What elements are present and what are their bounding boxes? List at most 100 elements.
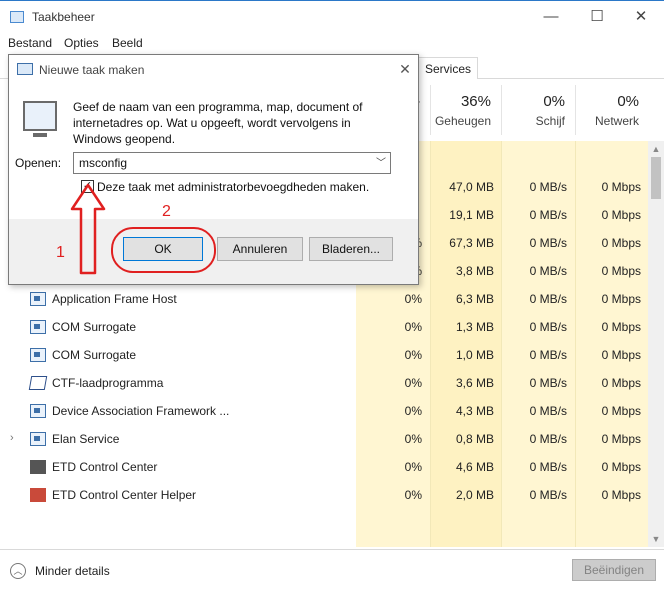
menu-beeld[interactable]: Beeld: [112, 36, 143, 50]
memory-cell: 3,6 MB: [455, 376, 494, 390]
etd-icon: [30, 460, 46, 474]
network-cell: 0 Mbps: [601, 432, 641, 446]
annotation-highlight-ellipse: [111, 227, 216, 273]
network-cell: 0 Mbps: [601, 264, 641, 278]
open-label: Openen:: [15, 156, 62, 170]
network-pct: 0%: [617, 93, 639, 110]
process-row[interactable]: COM Surrogate 0% 1,0 MB 0 MB/s 0 Mbps: [0, 341, 648, 369]
cpu-cell: 0%: [404, 348, 422, 362]
browse-button[interactable]: Bladeren...: [309, 237, 393, 261]
disk-label: Schijf: [535, 114, 565, 128]
annotation-step-2: 2: [162, 203, 171, 220]
annotation-arrow-up-icon: [70, 183, 106, 275]
memory-cell: 2,0 MB: [455, 488, 494, 502]
cpu-cell: 0%: [404, 376, 422, 390]
process-row[interactable]: › Elan Service 0% 0,8 MB 0 MB/s 0 Mbps: [0, 425, 648, 453]
process-row[interactable]: COM Surrogate 0% 1,3 MB 0 MB/s 0 Mbps: [0, 313, 648, 341]
window-icon: [30, 404, 46, 418]
vertical-scrollbar[interactable]: ▲ ▼: [648, 141, 664, 547]
menu-opties[interactable]: Opties: [64, 36, 99, 50]
process-name: CTF-laadprogramma: [52, 376, 164, 390]
cpu-cell: 0%: [404, 320, 422, 334]
ctf-icon: [28, 376, 48, 390]
close-window-button[interactable]: ✕: [618, 5, 664, 31]
disk-cell: 0 MB/s: [529, 292, 567, 306]
memory-cell: 0,8 MB: [455, 432, 494, 446]
process-name: Device Association Framework ...: [52, 404, 230, 418]
network-cell: 0 Mbps: [601, 292, 641, 306]
cpu-cell: 0%: [404, 404, 422, 418]
disk-cell: 0 MB/s: [529, 208, 567, 222]
dialog-title: Nieuwe taak maken: [39, 63, 145, 77]
column-header-memory[interactable]: 36% Geheugen: [430, 85, 501, 135]
process-name: ETD Control Center Helper: [52, 488, 197, 502]
memory-cell: 47,0 MB: [449, 180, 494, 194]
annotation-step-1: 1: [56, 244, 65, 261]
close-icon[interactable]: ✕: [395, 59, 415, 79]
column-header-network[interactable]: 0% Netwerk: [575, 85, 649, 135]
disk-cell: 0 MB/s: [529, 320, 567, 334]
process-name: COM Surrogate: [52, 348, 137, 362]
tab-services[interactable]: Services: [418, 57, 479, 79]
network-cell: 0 Mbps: [601, 320, 641, 334]
disk-cell: 0 MB/s: [529, 348, 567, 362]
window-icon: [30, 432, 46, 446]
network-cell: 0 Mbps: [601, 404, 641, 418]
menu-bestand[interactable]: Bestand: [8, 36, 52, 50]
etd-helper-icon: [30, 488, 46, 502]
maximize-button[interactable]: ☐: [574, 5, 620, 31]
cpu-cell: 0%: [404, 292, 422, 306]
memory-cell: 4,3 MB: [455, 404, 494, 418]
footer-bar: ︿ Minder details Beëindigen: [0, 549, 664, 591]
dialog-description: Geef de naam van een programma, map, doc…: [73, 100, 363, 146]
memory-label: Geheugen: [434, 114, 491, 128]
disk-cell: 0 MB/s: [529, 488, 567, 502]
memory-cell: 19,1 MB: [449, 208, 494, 222]
memory-cell: 3,8 MB: [455, 264, 494, 278]
process-row[interactable]: Application Frame Host 0% 6,3 MB 0 MB/s 0 Mb…: [0, 285, 648, 313]
chevron-up-icon[interactable]: ︿: [10, 563, 26, 579]
computer-icon: [23, 101, 57, 137]
network-label: Netwerk: [594, 114, 639, 128]
network-cell: 0 Mbps: [601, 376, 641, 390]
network-cell: 0 Mbps: [601, 236, 641, 250]
window-icon: [30, 348, 46, 362]
disk-cell: 0 MB/s: [529, 264, 567, 278]
process-name: ETD Control Center: [52, 460, 158, 474]
disk-cell: 0 MB/s: [529, 404, 567, 418]
scroll-thumb[interactable]: [651, 157, 661, 199]
disk-cell: 0 MB/s: [529, 460, 567, 474]
process-row[interactable]: ETD Control Center 0% 4,6 MB 0 MB/s 0 Mbps: [0, 453, 648, 481]
network-cell: 0 Mbps: [601, 208, 641, 222]
window-icon: [30, 320, 46, 334]
process-row[interactable]: ETD Control Center Helper 0% 2,0 MB 0 MB/s 0…: [0, 481, 648, 509]
network-cell: 0 Mbps: [601, 460, 641, 474]
open-input-value[interactable]: msconfig: [79, 156, 127, 170]
dialog-title-bar: Nieuwe taak maken ✕: [9, 55, 418, 85]
minimize-button[interactable]: —: [528, 5, 574, 31]
process-row[interactable]: Device Association Framework ... 0% 4,3 MB…: [0, 397, 648, 425]
less-details-link[interactable]: Minder details: [35, 564, 110, 578]
process-row[interactable]: CTF-laadprogramma 0% 3,6 MB 0 MB/s 0 Mbps: [0, 369, 648, 397]
column-header-disk[interactable]: 0% Schijf: [501, 85, 575, 135]
window-title: Taakbeheer: [32, 10, 95, 24]
window-icon: [30, 292, 46, 306]
cpu-cell: 0%: [404, 460, 422, 474]
memory-cell: 67,3 MB: [449, 236, 494, 250]
expand-chevron-icon[interactable]: ›: [10, 432, 14, 444]
open-combobox[interactable]: msconfig ﹀: [73, 152, 391, 174]
network-cell: 0 Mbps: [601, 180, 641, 194]
cancel-button[interactable]: Annuleren: [217, 237, 303, 261]
scroll-down-icon[interactable]: ▼: [648, 531, 664, 547]
end-task-button[interactable]: Beëindigen: [572, 559, 656, 581]
process-name: Elan Service: [52, 432, 120, 446]
cpu-cell: 0%: [404, 432, 422, 446]
title-bar: Taakbeheer — ☐ ✕: [0, 1, 664, 33]
admin-checkbox-label[interactable]: Deze taak met administratorbevoegdheden …: [97, 180, 369, 194]
disk-cell: 0 MB/s: [529, 376, 567, 390]
chevron-down-icon[interactable]: ﹀: [376, 154, 386, 169]
memory-cell: 4,6 MB: [455, 460, 494, 474]
scroll-up-icon[interactable]: ▲: [648, 141, 664, 157]
menu-bar: Bestand Opties Beeld: [0, 34, 664, 54]
memory-cell: 1,0 MB: [455, 348, 494, 362]
